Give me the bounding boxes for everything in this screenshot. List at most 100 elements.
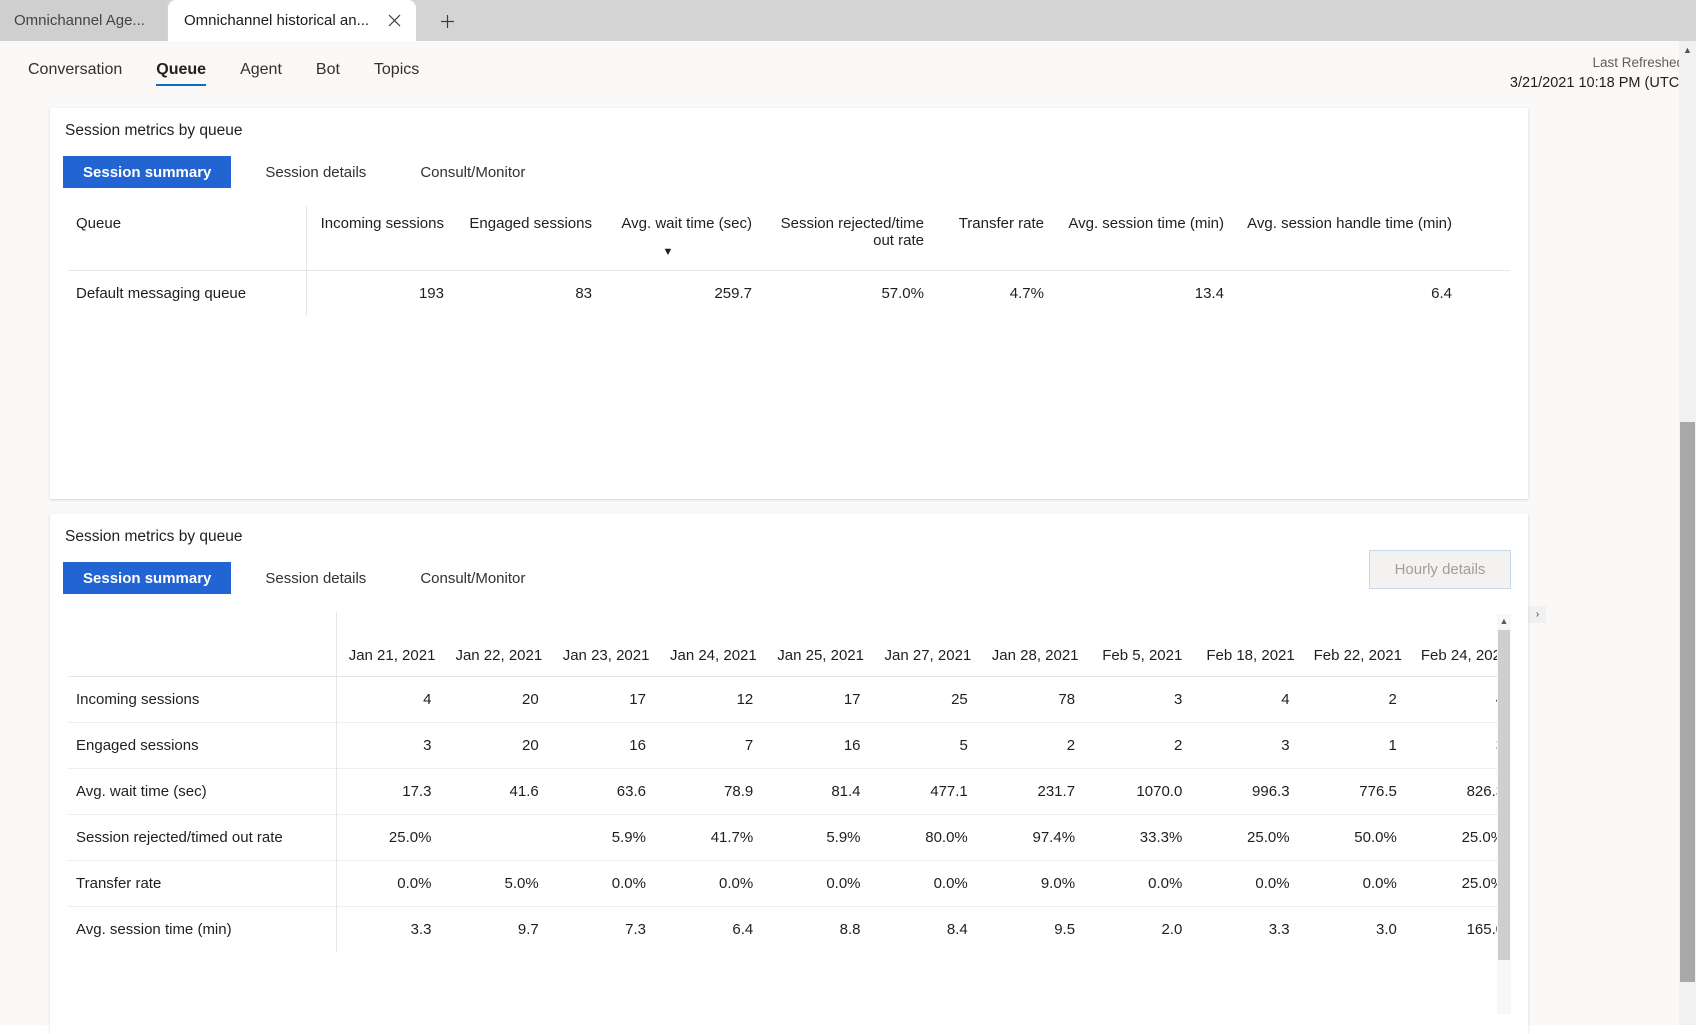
cell-transfer-rate: 4.7%	[934, 269, 1054, 316]
table-cell: 0.0%	[1087, 860, 1195, 907]
column-header-avg-wait-time[interactable]: Avg. wait time (sec) ▼	[602, 206, 762, 270]
table-cell: 3	[1087, 676, 1195, 723]
table-cell: 25.0%	[1408, 814, 1510, 861]
table-cell: 9.0%	[979, 860, 1088, 907]
close-icon[interactable]	[385, 11, 404, 30]
table-row[interactable]: Default messaging queue 193 83 259.7 57.…	[68, 269, 1510, 316]
table-cell: 17	[765, 676, 873, 723]
cell-incoming-sessions: 193	[306, 269, 454, 316]
tab-queue[interactable]: Queue	[156, 41, 206, 98]
table-row[interactable]: Avg. wait time (sec) 17.3 41.6 63.6 78.9…	[68, 768, 1510, 815]
panel2-title: Session metrics by queue	[65, 528, 243, 545]
column-header-date[interactable]: Jan 27, 2021	[873, 612, 980, 677]
tab-consult-monitor[interactable]: Consult/Monitor	[400, 562, 545, 594]
table-row[interactable]: Avg. session time (min) 3.3 9.7 7.3 6.4 …	[68, 906, 1510, 952]
table-cell	[443, 814, 551, 861]
table-cell: 3	[1408, 722, 1510, 769]
tab-label: Topics	[373, 60, 420, 78]
last-refreshed-label: Last Refreshed	[1592, 55, 1684, 70]
table-cell: 3.3	[1194, 906, 1302, 952]
plus-icon[interactable]	[432, 6, 462, 36]
table-row[interactable]: Transfer rate 0.0% 5.0% 0.0% 0.0% 0.0% 0…	[68, 860, 1510, 907]
tab-session-summary[interactable]: Session summary	[63, 562, 232, 594]
chevron-right-icon[interactable]: ›	[1529, 606, 1546, 623]
column-header-engaged-sessions[interactable]: Engaged sessions	[454, 206, 602, 270]
browser-tab-inactive[interactable]: Omnichannel Age...	[0, 0, 166, 41]
column-header-date[interactable]: Jan 24, 2021	[658, 612, 765, 677]
column-header-date[interactable]: Jan 25, 2021	[765, 612, 872, 677]
session-metrics-by-queue-card: Session metrics by queue Session summary…	[50, 108, 1546, 623]
column-header-date[interactable]: Jan 28, 2021	[980, 612, 1087, 677]
table-row[interactable]: Engaged sessions 3 20 16 7 16 5 2 2 3 1 …	[68, 722, 1510, 769]
tab-topics[interactable]: Topics	[374, 41, 419, 98]
table-cell: 25.0%	[1194, 814, 1302, 861]
row-header-engaged-sessions: Engaged sessions	[68, 722, 337, 769]
tab-agent[interactable]: Agent	[240, 41, 282, 98]
column-header-date[interactable]: Jan 22, 2021	[443, 612, 550, 677]
queue-summary-table-viewport[interactable]: Queue Incoming sessions Engaged sessions…	[68, 206, 1510, 456]
column-header-date[interactable]: Jan 23, 2021	[551, 612, 658, 677]
date-matrix-table: Jan 21, 2021 Jan 22, 2021 Jan 23, 2021 J…	[68, 612, 1510, 952]
browser-tab-title: Omnichannel Age...	[14, 12, 145, 29]
tab-consult-monitor[interactable]: Consult/Monitor	[400, 156, 545, 188]
column-header-session-rejected-timeout-rate[interactable]: Session rejected/time out rate	[762, 206, 934, 270]
table-row[interactable]: Incoming sessions 4 20 17 12 17 25 78 3 …	[68, 676, 1510, 723]
column-header-truncated[interactable]: Av	[1462, 206, 1510, 270]
table-cell: 0.0%	[1194, 860, 1302, 907]
tab-bot[interactable]: Bot	[316, 41, 340, 98]
tab-conversation[interactable]: Conversation	[28, 41, 122, 98]
column-header-date[interactable]: Feb 18, 2021	[1194, 612, 1301, 677]
session-metrics-by-date-card: Session metrics by queue Session summary…	[50, 514, 1528, 1034]
date-matrix-vertical-scrollbar[interactable]: ▲	[1497, 614, 1511, 1014]
table-cell: 25.0%	[1408, 860, 1510, 907]
table-cell: 5.9%	[765, 814, 873, 861]
column-header-incoming-sessions[interactable]: Incoming sessions	[306, 206, 454, 270]
column-header-transfer-rate[interactable]: Transfer rate	[934, 206, 1054, 270]
column-header-date[interactable]: Jan 21, 2021	[336, 612, 443, 677]
table-cell: 7	[657, 722, 766, 769]
column-header-date[interactable]: Feb 22, 2021	[1302, 612, 1409, 677]
date-matrix-table-viewport[interactable]: Jan 21, 2021 Jan 22, 2021 Jan 23, 2021 J…	[68, 612, 1510, 1022]
table-cell: 17	[550, 676, 658, 723]
tab-session-details[interactable]: Session details	[245, 562, 386, 594]
tab-session-details[interactable]: Session details	[245, 156, 386, 188]
tab-label: Session details	[265, 163, 367, 181]
column-label: Avg. wait time (sec)	[621, 215, 752, 232]
column-header-avg-session-handle-time[interactable]: Avg. session handle time (min)	[1234, 206, 1462, 270]
page-vertical-scrollbar[interactable]: ▲	[1679, 41, 1696, 1025]
table-cell: 5.9%	[550, 814, 658, 861]
tab-label: Agent	[240, 60, 282, 78]
table-cell: 33.3%	[1087, 814, 1195, 861]
cell-avg-session-time: 13.4	[1054, 269, 1234, 316]
page-title: Session metrics by queue	[65, 122, 243, 139]
table-cell: 0.0%	[872, 860, 980, 907]
cell-truncated	[1462, 269, 1510, 316]
tab-session-summary[interactable]: Session summary	[63, 156, 232, 188]
last-refreshed: Last Refreshed 3/21/2021 10:18 PM (UTC)	[1510, 53, 1684, 93]
column-header-date[interactable]: Feb 24, 2021	[1409, 612, 1510, 677]
browser-tab-active[interactable]: Omnichannel historical an...	[168, 0, 416, 41]
tab-label: Session details	[265, 569, 367, 587]
table-cell: 1070.0	[1087, 768, 1195, 815]
table-cell: 9.7	[443, 906, 551, 952]
table-cell: 25.0%	[336, 814, 444, 861]
table-cell: 81.4	[765, 768, 873, 815]
column-header-date[interactable]: Feb 5, 2021	[1087, 612, 1194, 677]
table-cell: 3	[1194, 722, 1302, 769]
scrollbar-thumb[interactable]	[1680, 422, 1695, 982]
tab-label: Session summary	[83, 569, 212, 587]
sort-descending-icon[interactable]: ▼	[612, 246, 724, 258]
chevron-up-icon[interactable]: ▲	[1497, 614, 1511, 628]
column-header-queue[interactable]: Queue	[68, 206, 307, 270]
row-header-avg-wait-time: Avg. wait time (sec)	[68, 768, 337, 815]
column-header-metric	[68, 612, 337, 677]
table-cell: 16	[550, 722, 658, 769]
cell-engaged-sessions: 83	[454, 269, 602, 316]
table-row[interactable]: Session rejected/timed out rate 25.0% 5.…	[68, 814, 1510, 861]
scrollbar-thumb[interactable]	[1498, 630, 1510, 960]
column-header-avg-session-time[interactable]: Avg. session time (min)	[1054, 206, 1234, 270]
column-label: Engaged sessions	[469, 215, 592, 232]
queue-summary-table: Queue Incoming sessions Engaged sessions…	[68, 206, 1510, 316]
chevron-up-icon[interactable]: ▲	[1679, 41, 1696, 58]
hourly-details-button[interactable]: Hourly details	[1369, 550, 1511, 589]
